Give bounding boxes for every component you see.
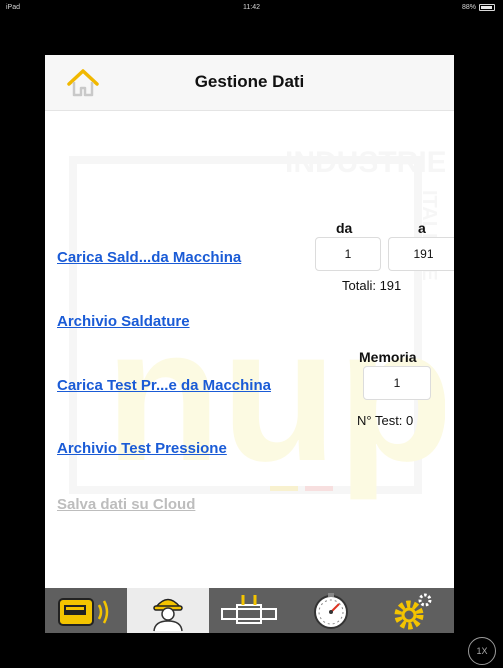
battery-percent: 88%	[461, 4, 476, 11]
range-to-label: a	[418, 220, 426, 236]
pressure-test-archive-link[interactable]: Archivio Test Pressione	[57, 440, 227, 457]
pipe-fitting-icon	[221, 594, 278, 624]
weld-archive-link[interactable]: Archivio Saldature	[57, 313, 190, 330]
test-count-label: N° Test: 0	[357, 413, 414, 428]
zoom-badge[interactable]: 1X	[468, 637, 496, 665]
memory-label: Memoria	[359, 349, 417, 365]
range-to-field[interactable]: 191	[388, 237, 454, 271]
tab-pressure-gauge[interactable]	[290, 588, 372, 633]
status-bar: iPad 11:42 88%	[0, 0, 503, 16]
operator-helmet-icon	[152, 598, 183, 631]
page-title: Gestione Dati	[194, 72, 305, 91]
app-panel: Gestione Dati INDUSTRIE nupi ITALIANE Ca…	[45, 55, 454, 633]
pressure-gauge-icon	[314, 592, 349, 629]
totals-label: Totali: 191	[342, 278, 402, 293]
tab-welding-machine[interactable]	[45, 588, 127, 633]
status-time: 11:42	[243, 4, 260, 11]
tab-pipe-fitting[interactable]	[209, 588, 291, 633]
memory-field[interactable]: 1	[363, 366, 431, 400]
battery-icon	[479, 4, 495, 11]
settings-gear-icon	[394, 593, 432, 629]
nupi-watermark-logo: INDUSTRIE nupi ITALIANE	[69, 146, 445, 501]
tab-settings[interactable]	[372, 588, 454, 633]
load-pressure-tests-from-machine-link[interactable]: Carica Test Pr...e da Macchina	[57, 377, 271, 394]
range-from-field[interactable]: 1	[315, 237, 381, 271]
bottom-spacer	[45, 540, 454, 588]
welding-machine-wireless-icon	[57, 597, 109, 626]
tab-bar	[45, 588, 454, 633]
watermark-brand-top: INDUSTRIE	[285, 146, 445, 179]
status-right: 88%	[462, 4, 495, 11]
nav-header: Gestione Dati	[45, 55, 454, 111]
tab-operator[interactable]	[126, 588, 209, 633]
content-area: INDUSTRIE nupi ITALIANE Carica Sald...da…	[45, 130, 454, 540]
load-welds-from-machine-link[interactable]: Carica Sald...da Macchina	[57, 249, 241, 266]
range-from-label: da	[336, 220, 353, 236]
save-to-cloud-link: Salva dati su Cloud	[57, 496, 196, 513]
